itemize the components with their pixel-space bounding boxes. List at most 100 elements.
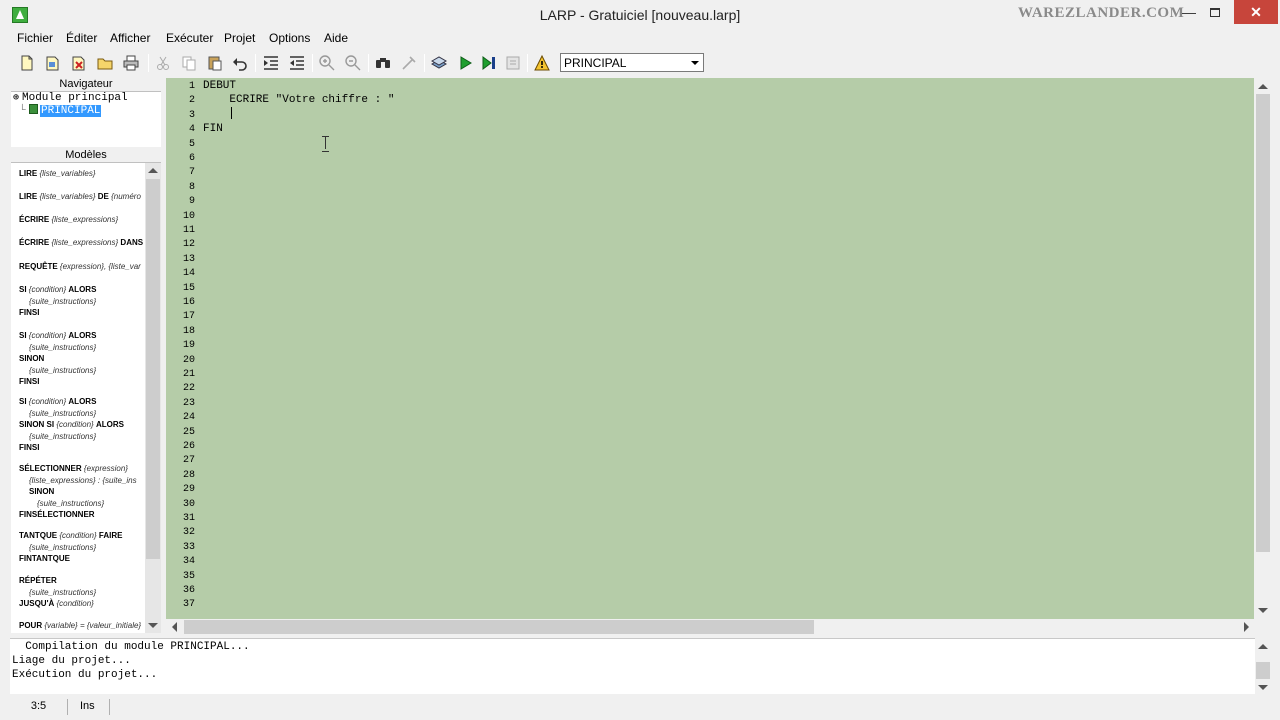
template-keyword: ÉCRIRE <box>19 238 50 247</box>
copy-icon[interactable] <box>180 54 198 72</box>
maximize-button[interactable] <box>1198 0 1232 24</box>
module-select[interactable]: PRINCIPAL <box>560 53 704 72</box>
models-list: LIRE {liste_variables} LIRE {liste_varia… <box>11 163 145 633</box>
template-param: {condition} <box>59 531 97 540</box>
line-number: 3 <box>188 109 195 121</box>
scroll-down-icon[interactable] <box>148 623 158 628</box>
editor-vertical-scrollbar[interactable] <box>1255 78 1271 619</box>
template-lire[interactable]: LIRE {liste_variables} <box>19 168 96 180</box>
status-bar: 3:5 Ins <box>0 696 1280 720</box>
new-module-icon[interactable] <box>44 54 62 72</box>
template-param: {suite_instructions} <box>29 408 97 418</box>
template-keyword: SINON SI <box>19 420 55 429</box>
template-si-sinon[interactable]: SI {condition} ALORS {suite_instructions… <box>19 330 96 388</box>
open-folder-icon[interactable] <box>96 54 114 72</box>
remove-module-icon[interactable] <box>70 54 88 72</box>
template-repeter[interactable]: RÉPÉTER {suite_instructions} JUSQU'À {co… <box>19 575 96 610</box>
scrollbar-thumb[interactable] <box>1256 94 1270 552</box>
tree-item-principal[interactable]: └ PRINCIPAL <box>19 104 102 117</box>
scroll-right-icon[interactable] <box>1244 622 1249 632</box>
template-param: {suite_instructions} <box>29 296 97 306</box>
outdent-icon[interactable] <box>288 54 306 72</box>
tree-branch-line: └ <box>19 105 26 117</box>
warning-icon[interactable] <box>533 54 551 72</box>
template-keyword: LIRE <box>19 192 38 201</box>
step-icon[interactable] <box>480 54 498 72</box>
template-keyword: FINTANTQUE <box>19 554 70 563</box>
compile-icon[interactable] <box>430 54 448 72</box>
line-number: 33 <box>182 541 195 553</box>
template-param: {expression}, {liste_var <box>59 262 141 271</box>
chevron-down-icon[interactable] <box>687 54 703 71</box>
scrollbar-thumb[interactable] <box>184 620 814 634</box>
line-number: 30 <box>182 498 195 510</box>
scroll-up-icon[interactable] <box>148 168 158 173</box>
scrollbar-thumb[interactable] <box>1256 662 1270 679</box>
output-panel[interactable]: Compilation du module PRINCIPAL... Liage… <box>10 638 1255 694</box>
template-keyword: ALORS <box>68 397 97 406</box>
scrollbar-thumb[interactable] <box>146 179 160 559</box>
menu-aide[interactable]: Aide <box>324 31 348 45</box>
template-param: {liste_variables} <box>39 192 96 201</box>
editor-horizontal-scrollbar[interactable] <box>166 619 1255 635</box>
menu-options[interactable]: Options <box>269 31 310 45</box>
output-scrollbar[interactable] <box>1255 638 1271 694</box>
code-line-2: ECRIRE "Votre chiffre : " <box>203 94 395 106</box>
template-keyword: ALORS <box>68 331 97 340</box>
zoom-in-icon[interactable] <box>318 54 336 72</box>
undo-icon[interactable] <box>231 54 249 72</box>
module-icon <box>29 104 38 114</box>
menu-projet[interactable]: Projet <box>224 31 255 45</box>
line-number: 13 <box>182 253 195 265</box>
line-number: 10 <box>182 210 195 222</box>
template-param: {suite_instructions} <box>29 342 97 352</box>
template-requete[interactable]: REQUÊTE {expression}, {liste_var <box>19 261 141 273</box>
stop-icon[interactable] <box>504 54 522 72</box>
line-number: 23 <box>182 397 195 409</box>
template-param: {liste_expressions} <box>51 238 119 247</box>
find-icon[interactable] <box>374 54 392 72</box>
scroll-down-icon[interactable] <box>1258 685 1268 690</box>
line-number: 7 <box>188 167 195 179</box>
menu-editer[interactable]: Éditer <box>66 31 97 45</box>
template-ecrire[interactable]: ÉCRIRE {liste_expressions} <box>19 214 118 226</box>
menu-fichier[interactable]: Fichier <box>17 31 53 45</box>
template-pour[interactable]: POUR {variable} = {valeur_initiale} <box>19 620 141 632</box>
template-keyword: REQUÊTE <box>19 262 58 271</box>
line-number: 37 <box>182 599 195 611</box>
line-number: 15 <box>182 282 195 294</box>
run-icon[interactable] <box>456 54 474 72</box>
line-number: 24 <box>182 412 195 424</box>
template-tantque[interactable]: TANTQUE {condition} FAIRE {suite_instruc… <box>19 530 122 565</box>
insert-mode: Ins <box>70 699 110 715</box>
template-ecrire-dans[interactable]: ÉCRIRE {liste_expressions} DANS <box>19 237 143 249</box>
tree-item-module-principal[interactable]: ⊕ Module principal <box>13 92 128 104</box>
tree-expander-icon[interactable]: ⊕ <box>13 92 22 104</box>
scroll-left-icon[interactable] <box>172 622 177 632</box>
menu-executer[interactable]: Exécuter <box>166 31 213 45</box>
template-selectionner[interactable]: SÉLECTIONNER {expression} {liste_express… <box>19 463 137 521</box>
template-si[interactable]: SI {condition} ALORS {suite_instructions… <box>19 284 96 319</box>
scroll-up-icon[interactable] <box>1258 84 1268 89</box>
zoom-out-icon[interactable] <box>344 54 362 72</box>
indent-icon[interactable] <box>262 54 280 72</box>
toolbar-separator <box>527 54 528 72</box>
menu-afficher[interactable]: Afficher <box>110 31 150 45</box>
code-editor[interactable]: 1 2 3 4 5 6 7 8 9 10 11 12 13 14 15 16 17 18 19 20 21 22 23 24 2… <box>166 78 1254 619</box>
template-param: {suite_instructions} <box>37 498 105 508</box>
models-scrollbar[interactable] <box>145 163 161 633</box>
cut-icon[interactable] <box>154 54 172 72</box>
scroll-up-icon[interactable] <box>1258 644 1268 649</box>
replace-icon[interactable] <box>400 54 418 72</box>
template-keyword: DANS <box>120 238 144 247</box>
template-keyword: FINSI <box>19 308 40 317</box>
paste-icon[interactable] <box>206 54 224 72</box>
template-lire-de[interactable]: LIRE {liste_variables} DE {numéro <box>19 191 141 203</box>
new-file-icon[interactable] <box>18 54 36 72</box>
scroll-down-icon[interactable] <box>1258 608 1268 613</box>
print-icon[interactable] <box>122 54 140 72</box>
navigator-tree: ⊕ Module principal └ PRINCIPAL <box>11 92 161 147</box>
close-button[interactable]: ✕ <box>1234 0 1278 24</box>
template-si-sinon-si[interactable]: SI {condition} ALORS {suite_instructions… <box>19 396 124 454</box>
template-keyword: FINSI <box>19 443 40 452</box>
